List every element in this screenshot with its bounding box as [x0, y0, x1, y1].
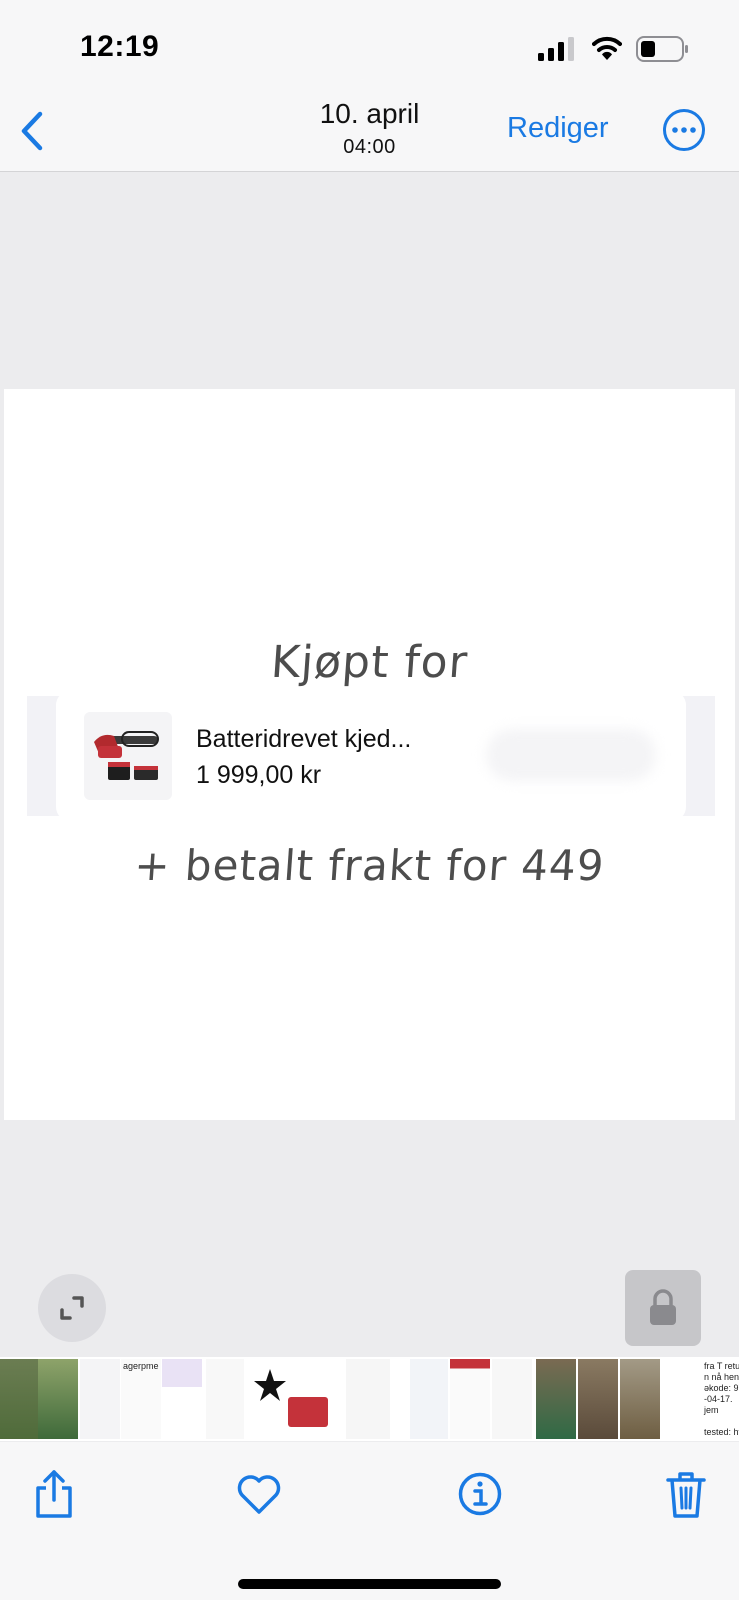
- handwritten-caption-bottom: + betalt frakt for 449: [132, 841, 607, 890]
- thumbnail[interactable]: [578, 1359, 618, 1439]
- battery-icon: [636, 36, 688, 62]
- thumbnail[interactable]: [662, 1359, 702, 1439]
- share-icon[interactable]: [30, 1468, 78, 1520]
- thumbnail[interactable]: [80, 1359, 120, 1439]
- photo-date: 10. april: [319, 98, 420, 129]
- thumbnail[interactable]: fra T retur n nå hente əkode: 974 -04-17…: [702, 1359, 739, 1439]
- photo-viewer[interactable]: Kjøpt for Batteridrevet kjed... 1 999,00…: [4, 389, 735, 1120]
- heart-icon[interactable]: [235, 1468, 283, 1520]
- product-image: [84, 712, 172, 800]
- handwritten-caption-top: Kjøpt for: [269, 637, 470, 688]
- expand-button[interactable]: [38, 1274, 106, 1342]
- thumbnail[interactable]: [620, 1359, 660, 1439]
- star-icon: [254, 1369, 328, 1427]
- thumbnail[interactable]: [450, 1359, 490, 1439]
- cellular-signal-icon: [538, 37, 574, 61]
- lock-button[interactable]: [625, 1270, 701, 1346]
- thumbnail[interactable]: [346, 1359, 390, 1439]
- thumbnail-text: agerpme: [123, 1361, 159, 1371]
- expand-icon: [60, 1296, 84, 1320]
- lock-icon: [650, 1289, 676, 1325]
- product-price: 1 999,00 kr: [196, 761, 322, 789]
- thumbnail[interactable]: [248, 1359, 328, 1439]
- wifi-icon: [592, 36, 622, 60]
- chainsaw-icon: [94, 731, 159, 780]
- thumbnail[interactable]: [162, 1359, 202, 1439]
- thumbnail-strip[interactable]: agerpme fra T retur n nå hente əkode: 97…: [0, 1357, 739, 1441]
- home-indicator[interactable]: [238, 1579, 501, 1589]
- bottom-toolbar: [0, 1442, 739, 1600]
- thumbnail-text: fra T retur n nå hente əkode: 974 -04-17…: [704, 1361, 739, 1439]
- thumbnail[interactable]: [0, 1359, 38, 1439]
- order-card: Batteridrevet kjed... 1 999,00 kr: [56, 691, 686, 821]
- thumbnail[interactable]: [492, 1359, 532, 1439]
- thumbnail[interactable]: [206, 1359, 244, 1439]
- thumbnail[interactable]: [410, 1359, 448, 1439]
- redacted-area: [486, 729, 656, 781]
- navigation-bar: 10. april 04:00 Rediger: [0, 92, 739, 172]
- thumbnail[interactable]: [38, 1359, 78, 1439]
- thumbnail[interactable]: agerpme: [121, 1359, 161, 1439]
- status-time: 12:19: [80, 30, 160, 63]
- ellipsis-circle-icon[interactable]: [662, 108, 706, 152]
- status-bar: 12:19: [0, 0, 739, 92]
- edit-button[interactable]: Rediger: [507, 112, 609, 145]
- product-name: Batteridrevet kjed...: [196, 725, 412, 753]
- thumbnail[interactable]: [536, 1359, 576, 1439]
- photo-time: 04:00: [343, 136, 396, 158]
- trash-icon[interactable]: [662, 1468, 710, 1520]
- info-icon[interactable]: [456, 1468, 504, 1520]
